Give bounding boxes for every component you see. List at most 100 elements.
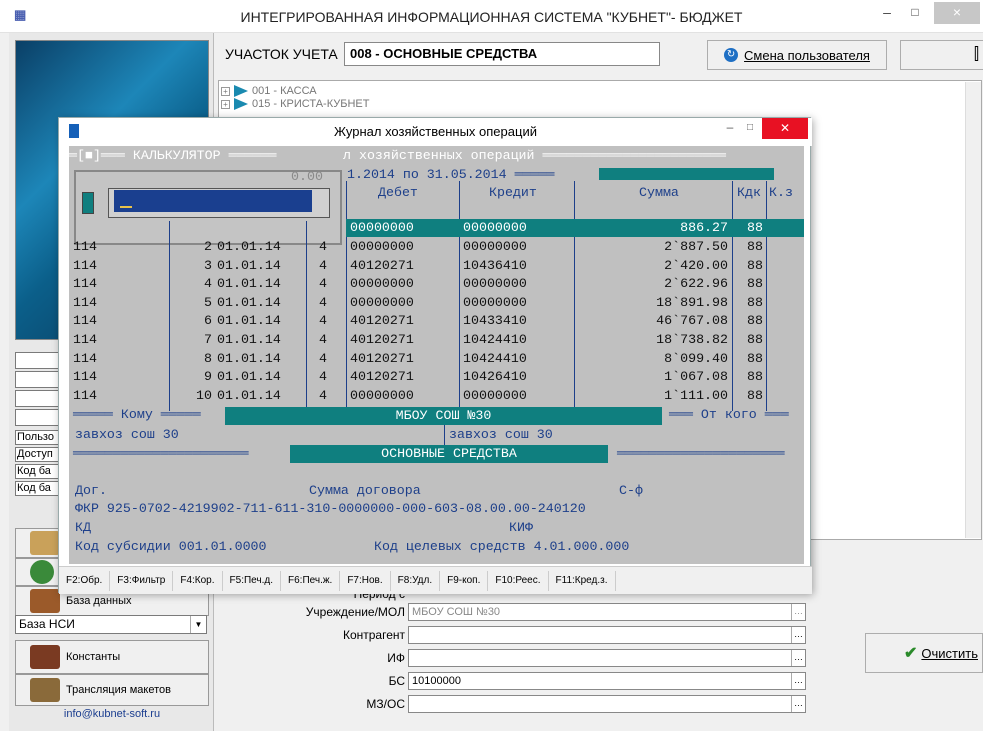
expand-icon[interactable]: + [221, 86, 230, 96]
calc-toggle[interactable] [82, 192, 94, 214]
table-cell-debit: 00000000 [350, 387, 414, 403]
check-icon: ✔ [904, 645, 918, 662]
browse-icon[interactable]: … [791, 650, 805, 666]
nsi-select-value: База НСИ [19, 617, 75, 631]
folder-icon [234, 85, 248, 97]
database-icon [30, 589, 60, 613]
contractor-field[interactable]: … [408, 626, 806, 644]
calc-input[interactable] [114, 190, 312, 212]
exit-door-icon: ⫿ [973, 46, 979, 63]
institution-value: МБОУ СОШ №30 [412, 606, 501, 618]
browse-icon[interactable]: … [791, 604, 805, 620]
col-sum: Сумма [639, 185, 679, 200]
table-cell-a: 114 [73, 332, 97, 347]
fkey-button[interactable]: F7:Нов. [340, 570, 391, 591]
tree-node-label: 015 - КРИСТА-КУБНЕТ [252, 98, 370, 110]
separator-left: ══════════════════════ [73, 446, 249, 461]
switch-user-button[interactable]: ↻ Смена пользователя [707, 40, 887, 70]
mzos-row: МЗ/ОС… [230, 695, 806, 713]
table-cell-k: 4 [319, 276, 327, 292]
fkey-button[interactable]: F2:Обр. [59, 570, 111, 591]
sel-debit: 00000000 [350, 220, 414, 235]
grid-line [459, 181, 460, 411]
table-cell-kdk: 88 [747, 313, 763, 329]
constants-button[interactable]: Константы [15, 640, 209, 674]
institution-field[interactable]: МБОУ СОШ №30 … [408, 603, 806, 621]
bs-label: БС [388, 674, 405, 688]
minimize-button[interactable]: – [872, 2, 902, 24]
browse-icon[interactable]: … [791, 627, 805, 643]
dialog-title: Журнал хозяйственных операций [59, 118, 812, 146]
mzos-field[interactable]: … [408, 695, 806, 713]
table-cell-k: 4 [319, 257, 327, 273]
bs-field[interactable]: 10100000… [408, 672, 806, 690]
table-cell-date: 01.01.14 [217, 332, 281, 347]
exit-button[interactable]: ⫿ [900, 40, 983, 70]
fkr-line: ФКР 925-0702-4219902-711-611-310-0000000… [75, 501, 586, 516]
col-credit: Кредит [489, 185, 537, 200]
close-button[interactable]: × [934, 2, 980, 24]
fkey-button[interactable]: F5:Печ.д. [223, 570, 281, 591]
expand-icon[interactable]: + [221, 99, 230, 109]
table-cell-date: 01.01.14 [217, 387, 281, 403]
contract-sum-label: Сумма договора [309, 483, 421, 498]
account-field[interactable]: 008 - ОСНОВНЫЕ СРЕДСТВА [344, 42, 660, 66]
table-cell-debit: 40120271 [350, 350, 414, 366]
table-cell-kdk: 88 [747, 276, 763, 292]
browse-icon[interactable]: … [791, 673, 805, 689]
table-cell-sum: 1`067.08 [664, 369, 728, 385]
tree-scrollbar[interactable] [965, 82, 981, 538]
dialog-minimize-button[interactable]: – [719, 118, 741, 139]
table-cell-sum: 8`099.40 [664, 350, 728, 366]
if-field[interactable]: … [408, 649, 806, 667]
fkey-button[interactable]: F6:Печ.ж. [281, 570, 341, 591]
table-cell-a: 114 [73, 313, 97, 329]
if-label: ИФ [387, 651, 405, 665]
table-cell-n: 4 [204, 276, 212, 292]
grid-line [732, 181, 733, 411]
fkey-button[interactable]: F9-коп. [440, 570, 489, 591]
dialog-close-button[interactable]: ✕ [762, 118, 808, 139]
maximize-button[interactable]: □ [900, 2, 930, 24]
table-cell-kdk: 88 [747, 239, 763, 254]
database-label: База данных [66, 595, 132, 607]
from-value: завхоз сош 30 [449, 427, 553, 442]
table-cell-kdk: 88 [747, 257, 763, 273]
kd-label: КД [75, 520, 91, 535]
dialog-maximize-button[interactable]: □ [739, 118, 761, 139]
table-cell-credit: 00000000 [463, 276, 527, 292]
nsi-select[interactable]: База НСИ ▼ [15, 615, 207, 634]
fkey-button[interactable]: F11:Кред.з. [549, 570, 616, 591]
bs-row: БС 10100000… [230, 672, 806, 690]
translate-layout-button[interactable]: Трансляция макетов [15, 674, 209, 706]
calc-cursor [120, 206, 132, 208]
table-cell-credit: 00000000 [463, 387, 527, 403]
tree-node[interactable]: +015 - КРИСТА-КУБНЕТ [221, 98, 369, 110]
table-cell-k: 4 [319, 369, 327, 385]
table-cell-debit: 40120271 [350, 369, 414, 385]
table-cell-debit: 00000000 [350, 239, 414, 254]
browse-icon[interactable]: … [791, 696, 805, 712]
table-cell-n: 7 [204, 332, 212, 347]
tree-node-label: 001 - КАССА [252, 85, 317, 97]
translate-layout-label: Трансляция макетов [66, 684, 171, 696]
date-range: 1.2014 по 31.05.2014 ═════ [347, 167, 555, 182]
fkey-button[interactable]: F8:Удл. [391, 570, 441, 591]
table-cell-n: 6 [204, 313, 212, 329]
table-cell-sum: 1`111.00 [664, 387, 728, 403]
fkey-button[interactable]: F4:Кор. [173, 570, 223, 591]
support-email[interactable]: info@kubnet-soft.ru [15, 708, 209, 720]
invoice-label: С-ф [619, 483, 643, 498]
table-cell-sum: 18`891.98 [656, 294, 728, 310]
col-debit: Дебет [378, 185, 418, 200]
table-cell-kdk: 88 [747, 387, 763, 403]
table-cell-debit: 40120271 [350, 313, 414, 329]
fkey-button[interactable]: F3:Фильтр [110, 570, 174, 591]
tree-node[interactable]: +001 - КАССА [221, 85, 317, 97]
col-kdk: Кдк [737, 185, 761, 200]
table-cell-n: 8 [204, 350, 212, 366]
clear-button[interactable]: ✔ Очистить [865, 633, 983, 673]
table-cell-date: 01.01.14 [217, 350, 281, 366]
fkey-button[interactable]: F10:Реес. [488, 570, 549, 591]
contractor-row: Контрагент… [230, 626, 806, 644]
